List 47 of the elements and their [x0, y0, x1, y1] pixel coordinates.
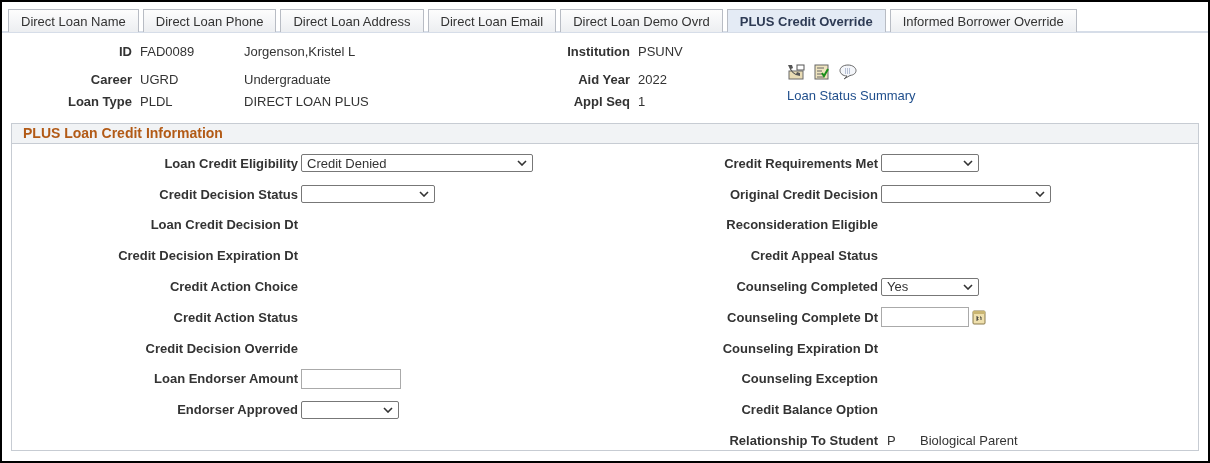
field-label: Counseling Exception [740, 371, 878, 387]
field-value: PSUNV [638, 44, 684, 59]
field-label: Credit Decision Expiration Dt [117, 248, 298, 264]
tab[interactable]: Direct Loan Phone [142, 9, 277, 32]
field-value: UGRD [140, 72, 180, 87]
field-value: PLDL [140, 94, 174, 109]
field-label: Counseling Complete Dt [726, 309, 878, 325]
field-label: Counseling Completed [735, 279, 878, 295]
tab[interactable]: PLUS Credit Override [726, 9, 886, 32]
field-label: Credit Balance Option [740, 402, 878, 418]
field-value: DIRECT LOAN PLUS [244, 94, 369, 109]
field-label: ID [118, 44, 132, 59]
field-value: 1 [638, 94, 647, 109]
tab[interactable]: Direct Loan Address [280, 9, 424, 32]
tab[interactable]: Direct Loan Name [8, 9, 139, 32]
field-label: Counseling Expiration Dt [721, 340, 878, 356]
dropdown[interactable]: Credit Denied [301, 154, 533, 173]
field-label: Career [89, 72, 132, 87]
field-label: Credit Action Choice [168, 279, 298, 295]
field-label: Credit Decision Override [144, 340, 298, 356]
field-value: Biological Parent [920, 433, 1018, 449]
field-label: Loan Credit Decision Dt [149, 217, 298, 233]
field-value: P [887, 433, 897, 449]
field-label: Loan Credit Eligibility [163, 155, 298, 171]
section-title: PLUS Loan Credit Information [23, 125, 223, 141]
field-label: Relationship To Student [728, 433, 878, 449]
field-label: Credit Requirements Met [723, 155, 878, 171]
field-label: Credit Action Status [172, 309, 298, 325]
field-value: FAD0089 [140, 44, 196, 59]
field-label: Appl Seq [572, 94, 630, 109]
field-label: Credit Appeal Status [749, 248, 878, 264]
loan-status-summary-link[interactable]: Loan Status Summary [787, 88, 916, 103]
field-label: Institution [566, 44, 630, 59]
field-label: Credit Decision Status [158, 186, 298, 202]
tab[interactable]: Direct Loan Demo Ovrd [560, 9, 723, 32]
field-label: Aid Year [577, 72, 630, 87]
dropdown[interactable]: Yes [881, 277, 979, 296]
field-value: Undergraduate [244, 72, 331, 87]
field-label: Endorser Approved [176, 402, 298, 418]
field-label: Reconsideration Eligible [725, 217, 878, 233]
field-value: 2022 [638, 72, 668, 87]
field-label: Loan Type [66, 94, 132, 109]
field-label: Original Credit Decision [728, 186, 878, 202]
field-label: Loan Endorser Amount [153, 371, 298, 387]
tab[interactable]: Direct Loan Email [427, 9, 557, 32]
tab[interactable]: Informed Borrower Override [889, 9, 1077, 32]
field-value: Jorgenson,Kristel L [244, 44, 356, 59]
